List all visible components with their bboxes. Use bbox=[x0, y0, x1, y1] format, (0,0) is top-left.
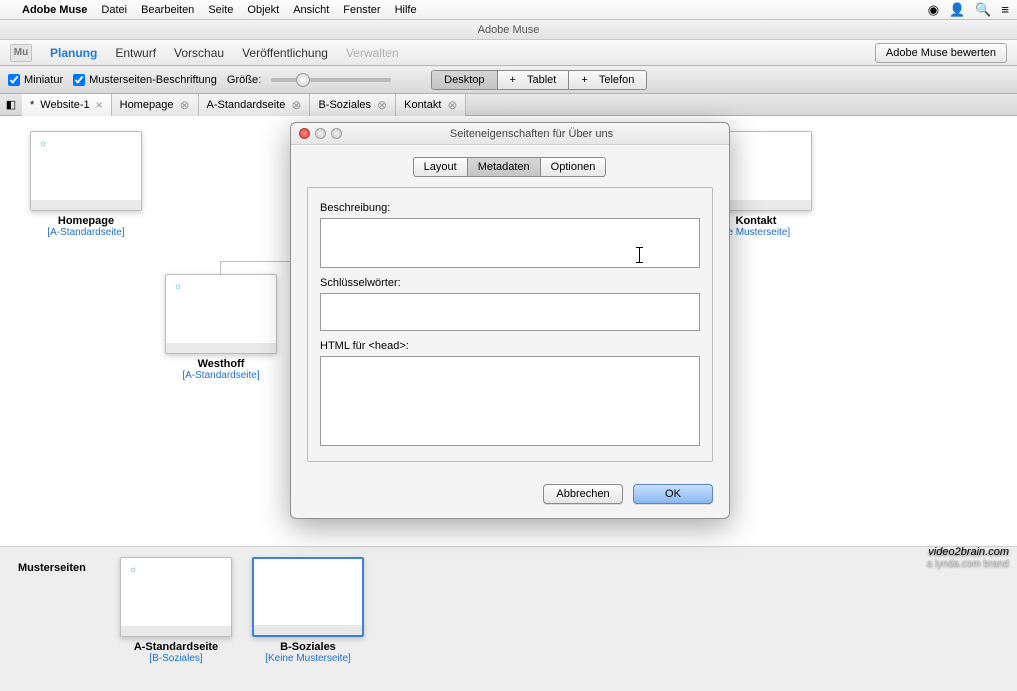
page-master-label: [A-Standardseite] bbox=[30, 227, 142, 238]
user-icon[interactable]: 👤 bbox=[949, 2, 965, 18]
menu-bearbeiten[interactable]: Bearbeiten bbox=[141, 4, 194, 16]
dialog-tab-layout[interactable]: Layout bbox=[413, 157, 468, 177]
page-master-label: [A-Standardseite] bbox=[165, 370, 277, 381]
app-nav: Mu Planung Entwurf Vorschau Veröffentlic… bbox=[0, 40, 1017, 66]
app-name[interactable]: Adobe Muse bbox=[22, 4, 87, 16]
head-input[interactable] bbox=[320, 356, 700, 446]
device-tablet[interactable]: + Tablet bbox=[498, 71, 570, 89]
master-b-soziales[interactable]: B-Soziales [Keine Musterseite] bbox=[252, 557, 364, 664]
menu-objekt[interactable]: Objekt bbox=[247, 4, 279, 16]
window-title: Adobe Muse bbox=[0, 20, 1017, 40]
close-icon[interactable]: ⊗ bbox=[447, 99, 457, 111]
zoom-icon bbox=[331, 128, 342, 139]
nav-entwurf[interactable]: Entwurf bbox=[115, 46, 156, 60]
keywords-input[interactable] bbox=[320, 293, 700, 331]
close-icon[interactable]: ⊗ bbox=[179, 99, 189, 111]
page-homepage[interactable]: ☼ Homepage [A-Standardseite] bbox=[30, 131, 142, 238]
search-icon[interactable]: 🔍 bbox=[975, 2, 991, 18]
size-label: Größe: bbox=[227, 74, 261, 86]
dialog-tabs: Layout Metadaten Optionen bbox=[307, 157, 713, 177]
menu-seite[interactable]: Seite bbox=[208, 4, 233, 16]
tab-homepage[interactable]: Homepage⊗ bbox=[112, 94, 199, 116]
beschreibung-label: Beschreibung: bbox=[320, 202, 700, 214]
nav-verwalten: Verwalten bbox=[346, 46, 399, 60]
page-label: Homepage bbox=[30, 215, 142, 227]
text-cursor bbox=[639, 247, 640, 263]
dialog-tab-metadaten[interactable]: Metadaten bbox=[467, 157, 541, 177]
close-icon[interactable]: × bbox=[96, 99, 103, 111]
cc-icon[interactable]: ◉ bbox=[928, 2, 939, 18]
master-label: B-Soziales bbox=[252, 641, 364, 653]
close-icon[interactable]: ⊗ bbox=[377, 99, 387, 111]
menu-fenster[interactable]: Fenster bbox=[343, 4, 380, 16]
minimize-icon bbox=[315, 128, 326, 139]
controls-bar: Miniatur Musterseiten-Beschriftung Größe… bbox=[0, 66, 1017, 94]
evaluate-button[interactable]: Adobe Muse bewerten bbox=[875, 43, 1007, 63]
head-label: HTML für <head>: bbox=[320, 340, 700, 352]
device-group: Desktop + Tablet + Telefon bbox=[431, 70, 647, 90]
beschreibung-input[interactable] bbox=[320, 218, 700, 268]
nav-planung[interactable]: Planung bbox=[50, 46, 97, 60]
sitemap-icon[interactable]: ◧ bbox=[0, 98, 22, 111]
device-telefon[interactable]: + Telefon bbox=[569, 71, 646, 89]
device-desktop[interactable]: Desktop bbox=[432, 71, 497, 89]
muse-logo: Mu bbox=[10, 44, 32, 62]
master-section-label: Musterseiten bbox=[18, 562, 86, 574]
dialog-title: Seiteneigenschaften für Über uns bbox=[342, 128, 721, 140]
menu-hilfe[interactable]: Hilfe bbox=[395, 4, 417, 16]
keywords-label: Schlüsselwörter: bbox=[320, 277, 700, 289]
tab-kontakt[interactable]: Kontakt⊗ bbox=[396, 94, 466, 116]
page-westhoff[interactable]: ☼ Westhoff [A-Standardseite] bbox=[165, 274, 277, 381]
nav-vorschau[interactable]: Vorschau bbox=[174, 46, 224, 60]
tab-b-soziales[interactable]: B-Soziales⊗ bbox=[310, 94, 396, 116]
close-icon[interactable] bbox=[299, 128, 310, 139]
masterbeschriftung-checkbox[interactable]: Musterseiten-Beschriftung bbox=[73, 74, 217, 86]
master-pages-section: Musterseiten ☼ A-Standardseite [B-Sozial… bbox=[0, 546, 1017, 691]
master-a-standardseite[interactable]: ☼ A-Standardseite [B-Soziales] bbox=[120, 557, 232, 664]
dialog-tab-optionen[interactable]: Optionen bbox=[540, 157, 607, 177]
master-label: A-Standardseite bbox=[120, 641, 232, 653]
tab-website[interactable]: *Website-1× bbox=[22, 94, 112, 116]
page-properties-dialog: Seiteneigenschaften für Über uns Layout … bbox=[290, 122, 730, 519]
size-slider[interactable] bbox=[271, 78, 391, 82]
master-sub-label: [Keine Musterseite] bbox=[252, 653, 364, 664]
dialog-titlebar[interactable]: Seiteneigenschaften für Über uns bbox=[291, 123, 729, 145]
close-icon[interactable]: ⊗ bbox=[291, 99, 301, 111]
page-label: Westhoff bbox=[165, 358, 277, 370]
menu-datei[interactable]: Datei bbox=[101, 4, 127, 16]
document-tabs: ◧ *Website-1× Homepage⊗ A-Standardseite⊗… bbox=[0, 94, 1017, 116]
mac-menubar: Adobe Muse Datei Bearbeiten Seite Objekt… bbox=[0, 0, 1017, 20]
tab-a-standardseite[interactable]: A-Standardseite⊗ bbox=[199, 94, 311, 116]
menu-ansicht[interactable]: Ansicht bbox=[293, 4, 329, 16]
miniatur-checkbox[interactable]: Miniatur bbox=[8, 74, 63, 86]
list-icon[interactable]: ≡ bbox=[1001, 2, 1009, 17]
master-sub-label: [B-Soziales] bbox=[120, 653, 232, 664]
watermark: video2brain.com a lynda.com brand bbox=[927, 546, 1009, 569]
nav-veroeffentlichung[interactable]: Veröffentlichung bbox=[242, 46, 328, 60]
cancel-button[interactable]: Abbrechen bbox=[543, 484, 623, 504]
ok-button[interactable]: OK bbox=[633, 484, 713, 504]
